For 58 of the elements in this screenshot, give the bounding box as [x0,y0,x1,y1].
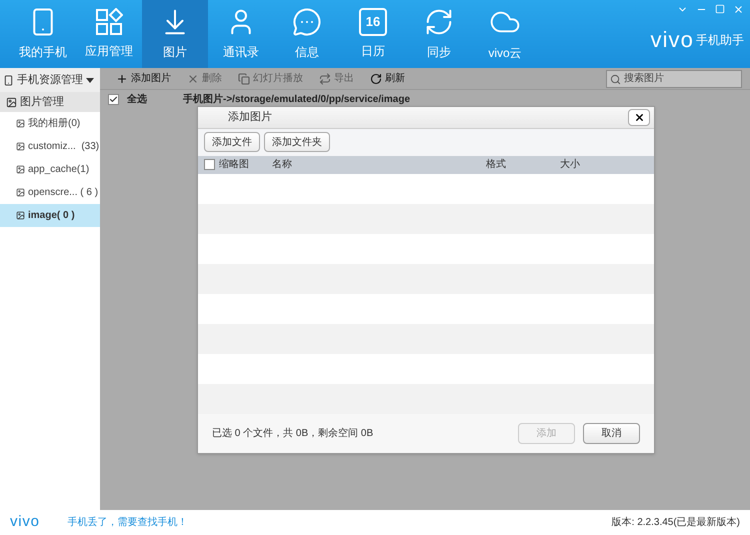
toolbar-button[interactable]: 刷新 [362,71,413,86]
nav-tab[interactable]: 16 日历 [340,0,406,68]
nav-tab[interactable]: 应用管理 [76,0,142,68]
phone-icon [3,74,14,86]
sync-icon [424,7,454,37]
tree-group[interactable]: 图片管理 [0,92,100,112]
checkbox[interactable] [204,159,215,170]
maximize-icon[interactable] [715,4,725,14]
path-text: 手机图片->/storage/emulated/0/pp/service/image [183,92,410,106]
search-field[interactable]: 搜索图片 [606,70,742,88]
find-phone-link[interactable]: 手机丢了，需要查找手机！ [68,515,188,530]
nav-tab[interactable]: 图片 [142,0,208,68]
picture-icon [16,142,25,151]
dialog-button[interactable]: 添加文件 [204,132,260,152]
export-icon [319,72,331,84]
nav-tab[interactable]: 通讯录 [208,0,274,68]
summary-text: 已选 0 个文件，共 0B，剩余空间 0B [212,426,374,441]
plus-icon [116,72,128,84]
chat-bubble-icon [292,7,322,37]
checkbox[interactable] [108,94,119,104]
search-icon [610,74,621,84]
version-text: 版本: 2.2.3.45(已是最新版本) [612,516,740,530]
nav-tab[interactable]: 我的手机 [10,0,76,68]
tree-item[interactable]: customiz... (33) [0,135,100,158]
nav-tab[interactable]: vivo云 [472,0,538,68]
sidebar-title[interactable]: 手机资源管理 [0,68,100,92]
toolbar-button[interactable]: 添加图片 [108,71,179,86]
column-header: 格式 [486,158,506,172]
brand-subtitle: 手机助手 [696,32,744,49]
tree-item[interactable]: app_cache(1) [0,158,100,181]
caret-icon [86,78,94,82]
tree-item[interactable]: 我的相册(0) [0,112,100,135]
dialog-title: 添加图片 [228,110,272,126]
close-icon [634,112,644,123]
slides-icon [238,72,250,84]
column-header: 缩略图 [219,158,249,172]
close-icon[interactable] [733,4,744,15]
brand-logo: vivo [650,29,694,51]
grid-icon [95,8,123,36]
tree-item[interactable]: openscre... ( 6 ) [0,181,100,204]
picture-icon [16,211,25,220]
tree-item[interactable]: image( 0 ) [0,204,100,227]
nav-tab[interactable]: 信息 [274,0,340,68]
picture-icon [16,165,25,174]
select-all-label: 全选 [127,92,148,106]
status-logo: vivo [10,512,40,532]
cross-icon [187,72,199,84]
picture-icon [6,96,17,108]
nav-tab[interactable]: 同步 [406,0,472,68]
dialog-action-button[interactable]: 取消 [583,422,640,444]
picture-icon [16,188,25,197]
picture-icon [16,119,25,128]
column-header: 名称 [272,158,292,172]
column-header: 大小 [560,158,580,172]
refresh-icon [370,72,382,84]
dialog-button[interactable]: 添加文件夹 [264,132,330,152]
close-button[interactable] [628,108,650,126]
calendar-icon: 16 [359,8,387,36]
